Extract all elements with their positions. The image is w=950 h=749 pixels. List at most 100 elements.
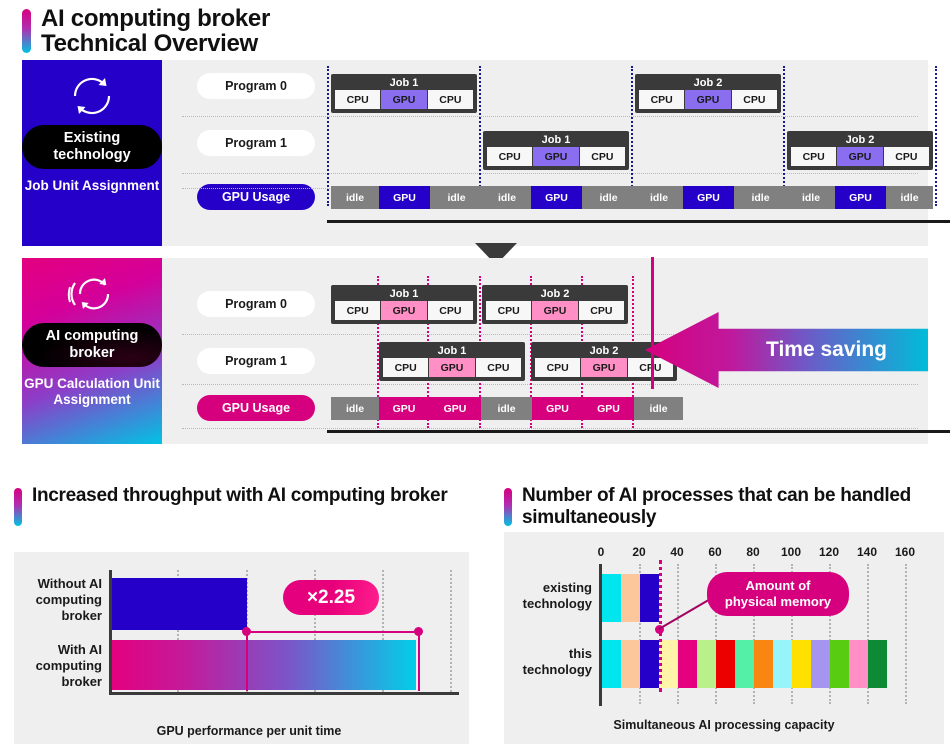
ratio-badge: ×2.25 xyxy=(283,580,379,615)
guideline xyxy=(631,66,633,206)
page-root: AI computing broker Technical Overview E… xyxy=(0,0,950,749)
job-segments: CPU GPU CPU xyxy=(486,301,624,320)
job-segments: CPU GPU CPU xyxy=(335,90,473,109)
job-segment-cpu: CPU xyxy=(579,147,625,166)
usage-block-idle: idle xyxy=(635,186,683,209)
time-axis xyxy=(327,430,950,433)
bar-without-broker xyxy=(112,578,247,630)
usage-block-idle: idle xyxy=(430,186,483,209)
memory-callout-line1: Amount of xyxy=(745,578,811,593)
job-segment-cpu: CPU xyxy=(731,90,777,109)
title-accent-bar xyxy=(504,488,512,526)
panel-broker-sidebar: AI computing broker GPU Calculation Unit… xyxy=(22,258,162,444)
usage-block-gpu: GPU xyxy=(532,397,583,420)
chart-processes: 0 20 40 60 80 100 120 140 160 existing t… xyxy=(504,532,944,744)
job-title: Job 1 xyxy=(437,345,467,357)
usage-block-idle: idle xyxy=(582,186,635,209)
gridline xyxy=(450,570,452,692)
stack-segment xyxy=(697,640,716,688)
usage-block-gpu: GPU xyxy=(379,186,430,209)
job-title: Job 1 xyxy=(389,77,419,89)
job-segment-gpu: GPU xyxy=(381,301,428,320)
gpu-usage-bar: idle GPU idle idle GPU idle idle GPU idl… xyxy=(331,186,933,209)
job-title: Job 1 xyxy=(389,288,419,300)
job-segment-gpu: GPU xyxy=(429,358,476,377)
panel-existing-sidebar: Existing technology Job Unit Assignment xyxy=(22,60,162,246)
bar-label-without-broker: Without AI computing broker xyxy=(35,576,102,623)
job-segment-cpu: CPU xyxy=(791,147,838,166)
job-title: Job 2 xyxy=(845,134,875,146)
row-label-program-0: Program 0 xyxy=(197,291,315,317)
page-title-line2: Technical Overview xyxy=(41,30,258,57)
guideline xyxy=(783,66,785,206)
job-segment-cpu: CPU xyxy=(578,301,624,320)
usage-block-idle: idle xyxy=(634,397,683,420)
memory-callout-badge: Amount of physical memory xyxy=(707,572,849,616)
bar-label-this-technology: this technology xyxy=(522,646,592,677)
usage-block-idle: idle xyxy=(734,186,787,209)
job-segments: CPU GPU CPU xyxy=(383,358,521,377)
job-segment-cpu: CPU xyxy=(639,90,686,109)
page-title-text: AI computing broker Technical Overview xyxy=(41,6,270,56)
usage-block-gpu: GPU xyxy=(531,186,582,209)
chart-x-axis xyxy=(109,692,459,695)
time-saving-marker xyxy=(651,257,654,389)
circular-arrows-icon xyxy=(73,77,111,115)
stack-segment xyxy=(716,640,735,688)
job-block: Job 1 CPU GPU CPU xyxy=(379,342,525,381)
stack-segment xyxy=(621,574,640,622)
stack-segment xyxy=(868,640,887,688)
usage-block-idle: idle xyxy=(331,397,379,420)
bar-with-broker xyxy=(112,640,416,690)
job-segment-gpu: GPU xyxy=(532,301,579,320)
tick-label-100: 100 xyxy=(780,545,802,559)
gpu-usage-bar: idle GPU GPU idle GPU GPU idle xyxy=(331,397,683,420)
panel-existing-body: Program 0 Program 1 GPU Usage Job 1 CPU xyxy=(162,60,950,246)
tick-label-120: 120 xyxy=(818,545,840,559)
usage-block-idle: idle xyxy=(886,186,933,209)
processes-chart-title: Number of AI processes that can be handl… xyxy=(504,485,950,529)
guideline xyxy=(935,66,937,206)
tick-label-20: 20 xyxy=(632,545,646,559)
job-title: Job 2 xyxy=(540,288,570,300)
usage-block-gpu: GPU xyxy=(835,186,886,209)
ratio-connector-left xyxy=(246,631,248,691)
job-block: Job 2 CPU GPU CPU xyxy=(482,285,628,324)
guideline xyxy=(327,66,329,206)
panel-broker-badge: AI computing broker xyxy=(22,323,162,367)
stack-segment xyxy=(773,640,792,688)
stack-segment xyxy=(849,640,868,688)
throughput-chart-caption: GPU performance per unit time xyxy=(156,724,342,738)
job-block: Job 2 CPU GPU CPU xyxy=(635,74,781,113)
stack-segment xyxy=(602,640,621,688)
page-title-line1: AI computing broker xyxy=(41,5,270,32)
panel-existing-badge: Existing technology xyxy=(22,125,162,169)
stack-segment xyxy=(735,640,754,688)
tick-label-0: 0 xyxy=(597,545,605,559)
ratio-endpoint-dot xyxy=(242,627,251,636)
stack-segment xyxy=(602,574,621,622)
bar-label-existing-technology: existing technology xyxy=(522,580,592,611)
job-segment-cpu: CPU xyxy=(486,301,533,320)
row-label-program-1: Program 1 xyxy=(197,130,315,156)
job-segment-gpu: GPU xyxy=(533,147,580,166)
job-segment-cpu: CPU xyxy=(383,358,430,377)
title-accent-bar xyxy=(14,488,22,526)
stack-segment xyxy=(830,640,849,688)
job-block: Job 1 CPU GPU CPU xyxy=(331,285,477,324)
usage-block-gpu: GPU xyxy=(683,186,734,209)
tick-label-40: 40 xyxy=(670,545,684,559)
usage-block-idle: idle xyxy=(787,186,835,209)
bar-label-with-broker: With AI computing broker xyxy=(35,642,102,689)
guideline xyxy=(479,66,481,206)
panel-existing-track: Job 1 CPU GPU CPU Job 2 CPU GPU CPU Job … xyxy=(327,60,950,246)
time-axis xyxy=(327,220,950,223)
tick-label-160: 160 xyxy=(894,545,916,559)
stack-segment xyxy=(811,640,830,688)
usage-block-idle: idle xyxy=(483,186,531,209)
job-segments: CPU GPU CPU xyxy=(487,147,625,166)
memory-callout-leader-line xyxy=(658,597,713,630)
time-saving-label: Time saving xyxy=(766,338,887,361)
throughput-chart-title: Increased throughput with AI computing b… xyxy=(14,485,469,526)
ratio-endpoint-dot xyxy=(414,627,423,636)
